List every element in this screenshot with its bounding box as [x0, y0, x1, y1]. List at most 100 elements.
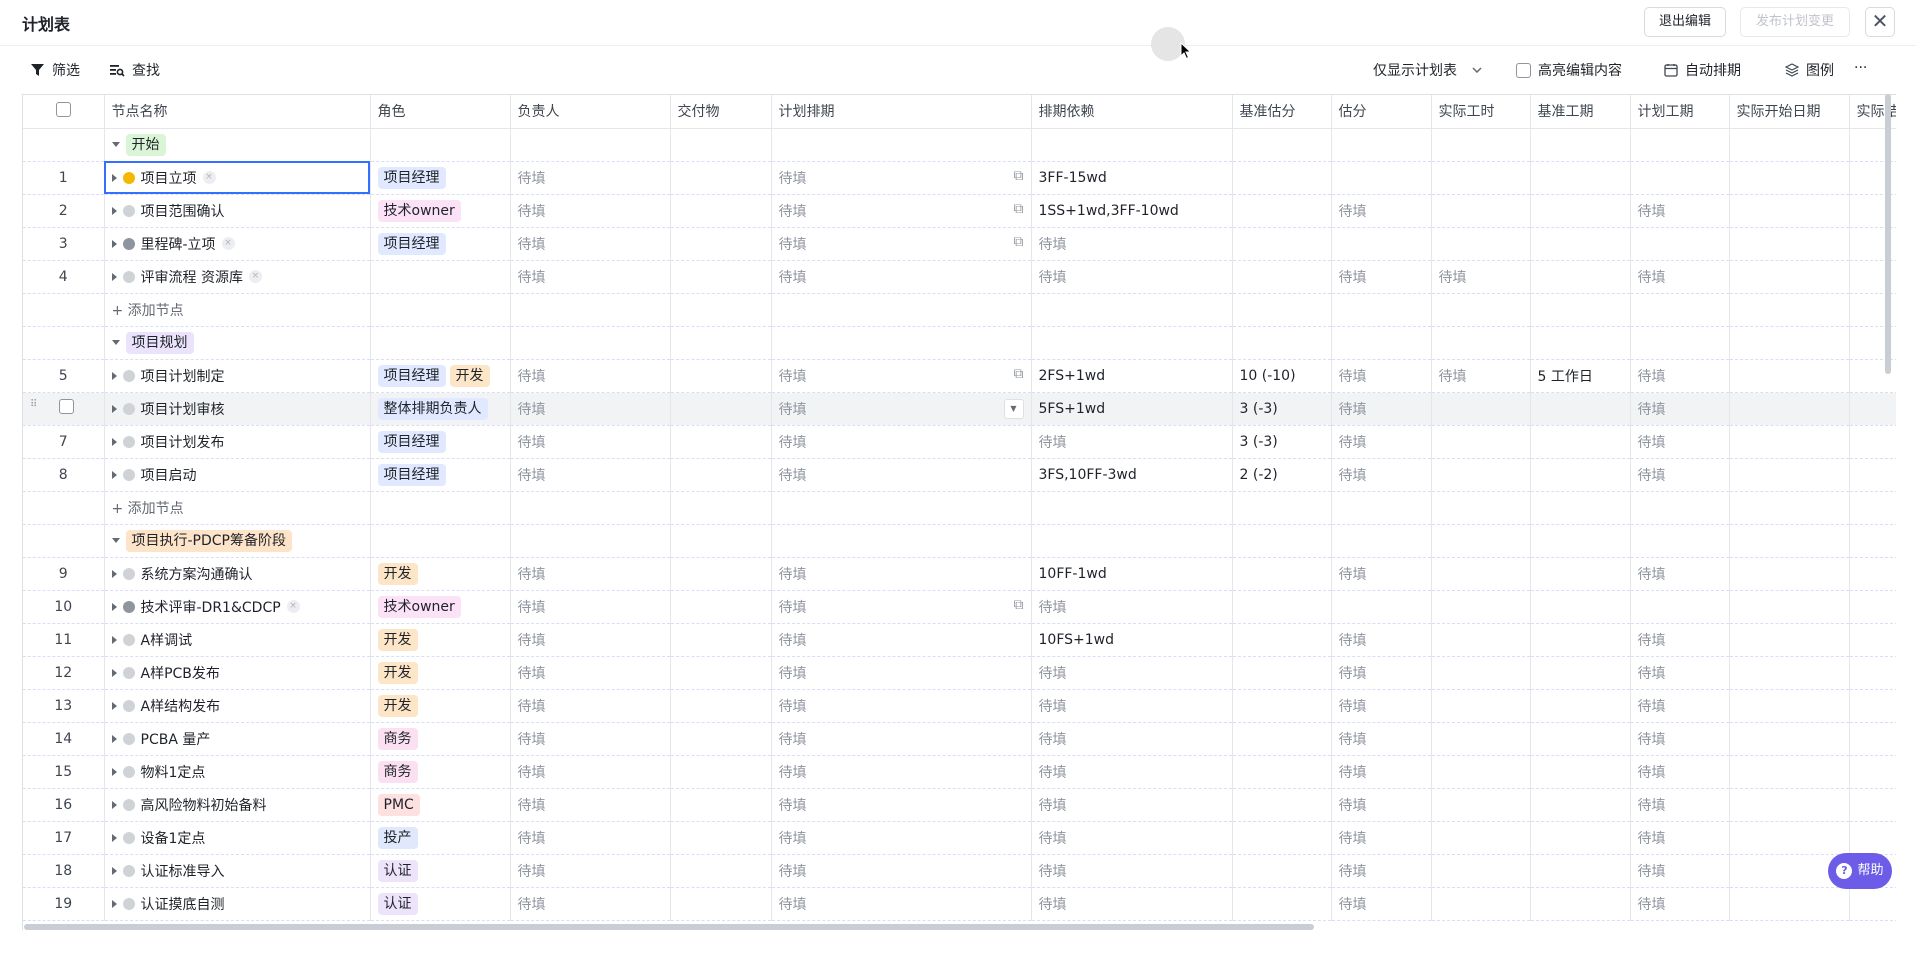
dependency-cell[interactable]: 待填: [1031, 821, 1233, 855]
table-row[interactable]: 14 PCBA 量产 商务 待填 待填 待填 待填 待填: [23, 722, 1896, 756]
role-tag[interactable]: 认证: [377, 859, 418, 882]
deliverable-cell[interactable]: [670, 359, 772, 393]
role-tag[interactable]: 商务: [377, 727, 418, 750]
column-header[interactable]: 计划工期: [1630, 95, 1730, 129]
table-row[interactable]: 3 里程碑-立项 × 项目经理 待填 待填 ⧉ 待填: [23, 227, 1896, 261]
owner-cell[interactable]: 待填: [510, 887, 671, 921]
actual-hours-cell[interactable]: [1431, 689, 1531, 723]
owner-cell[interactable]: 待填: [510, 392, 671, 426]
plan-schedule-cell[interactable]: 待填 ⧉: [771, 590, 1032, 624]
actual-end-cell[interactable]: [1849, 755, 1896, 789]
deliverable-cell[interactable]: [670, 392, 772, 426]
owner-cell[interactable]: 待填: [510, 656, 671, 690]
auto-schedule-button[interactable]: 自动排期: [1664, 60, 1741, 80]
expand-icon[interactable]: [111, 635, 117, 644]
view-mode-dropdown[interactable]: 仅显示计划表: [1373, 60, 1482, 80]
role-cell[interactable]: 开发: [370, 656, 511, 690]
actual-start-cell[interactable]: [1729, 755, 1850, 789]
column-header[interactable]: 估分: [1331, 95, 1432, 129]
owner-cell[interactable]: 待填: [510, 689, 671, 723]
role-tag[interactable]: 开发: [377, 628, 418, 651]
baseline-estimate-cell[interactable]: [1232, 821, 1332, 855]
collapse-icon[interactable]: [111, 538, 120, 543]
actual-hours-cell[interactable]: [1431, 392, 1531, 426]
expand-icon[interactable]: [111, 404, 117, 413]
baseline-estimate-cell[interactable]: [1232, 557, 1332, 591]
owner-cell[interactable]: 待填: [510, 194, 671, 228]
dependency-cell[interactable]: 1SS+1wd,3FF-10wd: [1031, 194, 1233, 228]
dropdown-arrow-icon[interactable]: ▼: [1003, 398, 1024, 419]
estimate-cell[interactable]: [1331, 161, 1432, 195]
plan-duration-cell[interactable]: 待填: [1630, 755, 1730, 789]
role-tag[interactable]: 开发: [449, 364, 490, 387]
actual-hours-cell[interactable]: [1431, 227, 1531, 261]
table-row[interactable]: 4 评审流程 资源库 × 待填 待填 待填 待填 待填 待填: [23, 260, 1896, 294]
expand-icon[interactable]: [111, 767, 117, 776]
role-tag[interactable]: 开发: [377, 661, 418, 684]
expand-icon[interactable]: [111, 272, 117, 281]
actual-start-cell[interactable]: [1729, 425, 1850, 459]
column-header[interactable]: 实际工时: [1431, 95, 1531, 129]
baseline-duration-cell[interactable]: [1530, 590, 1631, 624]
role-cell[interactable]: 开发: [370, 689, 511, 723]
estimate-cell[interactable]: 待填: [1331, 194, 1432, 228]
node-name-cell[interactable]: 项目立项 ×: [104, 161, 371, 195]
role-tag[interactable]: 项目经理: [377, 364, 446, 387]
baseline-duration-cell[interactable]: [1530, 260, 1631, 294]
dependency-cell[interactable]: 2FS+1wd: [1031, 359, 1233, 393]
node-name-cell[interactable]: 认证摸底自测: [104, 887, 371, 921]
role-cell[interactable]: 技术owner: [370, 194, 511, 228]
deliverable-cell[interactable]: [670, 821, 772, 855]
baseline-duration-cell[interactable]: [1530, 194, 1631, 228]
table-row[interactable]: 18 认证标准导入 认证 待填 待填 待填 待填 待填: [23, 854, 1896, 888]
baseline-duration-cell[interactable]: [1530, 392, 1631, 426]
node-name-cell[interactable]: 物料1定点: [104, 755, 371, 789]
baseline-estimate-cell[interactable]: [1232, 854, 1332, 888]
dependency-cell[interactable]: 待填: [1031, 227, 1233, 261]
baseline-estimate-cell[interactable]: [1232, 656, 1332, 690]
search-button[interactable]: 查找: [109, 60, 160, 80]
expand-icon[interactable]: [111, 206, 117, 215]
actual-start-cell[interactable]: [1729, 887, 1850, 921]
role-tag[interactable]: 认证: [377, 892, 418, 915]
actual-hours-cell[interactable]: [1431, 854, 1531, 888]
plan-schedule-cell[interactable]: 待填 ⧉: [771, 359, 1032, 393]
column-header[interactable]: 角色: [370, 95, 511, 129]
baseline-duration-cell[interactable]: [1530, 227, 1631, 261]
role-cell[interactable]: 项目经理: [370, 425, 511, 459]
drag-handle-icon[interactable]: ⠿: [30, 399, 37, 410]
deliverable-cell[interactable]: [670, 161, 772, 195]
baseline-estimate-cell[interactable]: [1232, 260, 1332, 294]
role-cell[interactable]: 项目经理: [370, 227, 511, 261]
role-cell[interactable]: [370, 260, 511, 294]
baseline-duration-cell[interactable]: [1530, 887, 1631, 921]
owner-cell[interactable]: 待填: [510, 854, 671, 888]
group-name-cell[interactable]: 开始: [104, 128, 371, 162]
node-name-cell[interactable]: A样PCB发布: [104, 656, 371, 690]
baseline-estimate-cell[interactable]: [1232, 689, 1332, 723]
baseline-duration-cell[interactable]: [1530, 623, 1631, 657]
actual-start-cell[interactable]: [1729, 194, 1850, 228]
deliverable-cell[interactable]: [670, 689, 772, 723]
column-header[interactable]: 计划排期: [771, 95, 1032, 129]
dependency-cell[interactable]: 3FF-15wd: [1031, 161, 1233, 195]
dependency-cell[interactable]: 待填: [1031, 656, 1233, 690]
owner-cell[interactable]: 待填: [510, 722, 671, 756]
plan-duration-cell[interactable]: 待填: [1630, 722, 1730, 756]
deliverable-cell[interactable]: [670, 260, 772, 294]
remove-icon[interactable]: ×: [248, 270, 262, 283]
actual-start-cell[interactable]: [1729, 821, 1850, 855]
table-row[interactable]: 19 认证摸底自测 认证 待填 待填 待填 待填 待填: [23, 887, 1896, 921]
actual-start-cell[interactable]: [1729, 359, 1850, 393]
actual-start-cell[interactable]: [1729, 260, 1850, 294]
plan-schedule-cell[interactable]: 待填: [771, 755, 1032, 789]
node-name-cell[interactable]: 项目计划制定: [104, 359, 371, 393]
plan-duration-cell[interactable]: 待填: [1630, 425, 1730, 459]
actual-hours-cell[interactable]: [1431, 887, 1531, 921]
estimate-cell[interactable]: 待填: [1331, 689, 1432, 723]
plan-schedule-cell[interactable]: 待填 ⧉: [771, 194, 1032, 228]
plan-duration-cell[interactable]: 待填: [1630, 788, 1730, 822]
legend-button[interactable]: 图例: [1785, 60, 1834, 80]
table-row[interactable]: 9 系统方案沟通确认 开发 待填 待填 10FF-1wd 待填 待填: [23, 557, 1896, 591]
expand-icon[interactable]: [111, 470, 117, 479]
